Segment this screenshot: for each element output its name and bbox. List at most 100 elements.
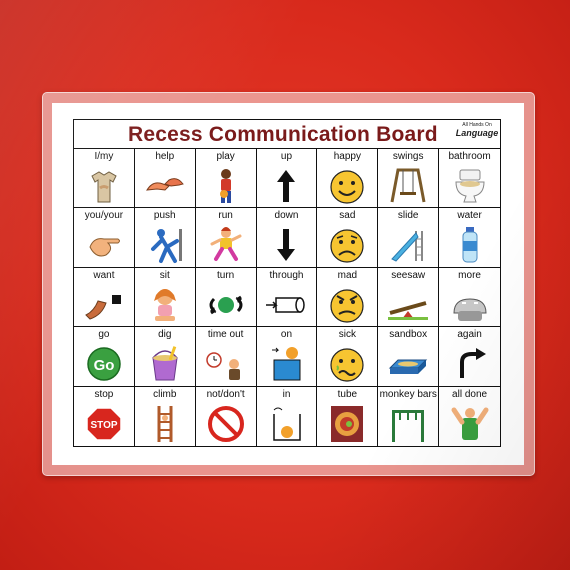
toilet-icon xyxy=(448,166,492,206)
monkey-bars-icon xyxy=(386,404,430,444)
symbol-cell: time out xyxy=(195,327,257,387)
symbol-cell: up xyxy=(256,149,318,209)
symbol-label: up xyxy=(280,151,293,162)
symbol-cell: all done xyxy=(439,387,500,446)
symbol-cell: bathroom xyxy=(439,149,500,209)
symbol-cell: play xyxy=(195,149,257,209)
sad-face-icon xyxy=(325,225,369,265)
symbol-cell: happy xyxy=(317,149,379,209)
stop-sign-icon: STOP xyxy=(82,404,126,444)
symbol-label: run xyxy=(218,210,233,222)
child-with-ball-icon xyxy=(204,166,248,206)
symbol-label: slide xyxy=(397,210,419,222)
symbol-label: you/your xyxy=(84,210,124,222)
go-sign-icon: Go xyxy=(82,344,126,384)
symbol-cell: slide xyxy=(378,208,440,268)
symbol-label: happy xyxy=(333,151,361,162)
symbol-cell: more xyxy=(439,268,500,328)
symbol-label: on xyxy=(280,329,293,341)
symbol-cell: mad xyxy=(317,267,379,328)
brand-logo: All Hands On Language xyxy=(454,123,500,147)
happy-face-icon xyxy=(325,166,369,206)
timeout-clock-child-icon xyxy=(204,344,248,384)
ball-on-box-icon xyxy=(264,344,308,384)
symbol-label: sandbox xyxy=(389,329,428,341)
symbol-label: sad xyxy=(339,210,356,222)
symbol-cell: dig xyxy=(134,327,196,387)
symbol-cell: down xyxy=(256,208,318,268)
symbol-cell: stop STOP xyxy=(74,386,135,446)
symbol-cell: go Go xyxy=(74,327,135,387)
symbol-cell: push xyxy=(134,208,196,268)
symbol-cell: climb xyxy=(135,386,196,446)
climbing-ladder-icon xyxy=(143,404,187,444)
symbol-label: down xyxy=(274,210,299,222)
symbol-cell: through xyxy=(256,267,318,328)
symbol-label: monkey bars xyxy=(379,388,437,400)
playground-slide-icon xyxy=(386,225,430,265)
symbol-cell: swings xyxy=(378,149,440,209)
reaching-arm-icon xyxy=(82,285,126,325)
symbol-label: turn xyxy=(217,269,235,281)
symbol-label: dig xyxy=(158,329,172,341)
tube-icon xyxy=(325,404,369,444)
symbol-label: mad xyxy=(337,269,358,281)
board-title: Recess Communication Board xyxy=(128,123,438,146)
symbol-label: swings xyxy=(392,151,424,162)
ball-in-box-icon xyxy=(264,404,308,444)
symbol-label: stop xyxy=(94,388,114,400)
logo-line-2: Language xyxy=(455,128,499,138)
symbol-label: play xyxy=(216,151,235,162)
symbol-label: not/don't xyxy=(206,388,245,400)
symbol-label: tube xyxy=(337,388,358,400)
symbol-label: want xyxy=(93,269,115,281)
tunnel-icon xyxy=(264,285,308,325)
pushing-person-icon xyxy=(143,225,187,265)
symbol-cell: sit xyxy=(134,267,196,328)
again-arrow-icon xyxy=(448,344,492,384)
title-row: Recess Communication Board All Hands On … xyxy=(74,120,500,149)
symbol-label: I/my xyxy=(94,151,114,162)
svg-text:Go: Go xyxy=(94,357,115,374)
symbol-cell: sick xyxy=(317,327,379,387)
symbol-cell: seesaw xyxy=(378,267,440,328)
symbol-cell: sad xyxy=(317,208,379,268)
symbol-cell: again xyxy=(439,327,500,387)
swing-set-icon xyxy=(386,166,430,206)
symbol-cell: in xyxy=(257,386,318,446)
symbol-grid: I/my help play up happy swings bathroom you/you… xyxy=(74,149,500,446)
svg-text:STOP: STOP xyxy=(90,420,117,431)
symbol-cell: sandbox xyxy=(378,327,440,387)
more-hands-icon xyxy=(448,285,492,325)
symbol-cell: run xyxy=(195,208,257,268)
sick-face-icon xyxy=(325,344,369,384)
turn-arrows-icon xyxy=(204,285,248,325)
symbol-label: again xyxy=(457,329,482,341)
no-symbol-icon xyxy=(204,404,248,444)
mad-face-icon xyxy=(325,285,369,325)
seesaw-icon xyxy=(386,285,430,325)
symbol-label: through xyxy=(269,269,304,281)
symbol-label: water xyxy=(457,210,482,222)
shirt-pointing-self-icon xyxy=(82,166,126,206)
sitting-girl-icon xyxy=(143,285,187,325)
symbol-cell: tube xyxy=(317,386,379,446)
symbol-label: all done xyxy=(452,388,488,400)
symbol-label: in xyxy=(282,388,291,400)
pointing-hand-icon xyxy=(82,225,126,265)
symbol-cell: you/your xyxy=(74,208,135,268)
helping-hands-icon xyxy=(143,166,187,206)
running-child-icon xyxy=(204,225,248,265)
board-frame: Recess Communication Board All Hands On … xyxy=(73,119,501,447)
arrow-down-icon xyxy=(264,225,308,265)
symbol-label: seesaw xyxy=(391,269,426,281)
symbol-cell: monkey bars xyxy=(378,386,440,446)
arrow-up-icon xyxy=(264,166,308,206)
symbol-cell: help xyxy=(134,149,196,209)
symbol-label: sit xyxy=(159,269,170,281)
symbol-label: bathroom xyxy=(448,151,491,162)
symbol-cell: water xyxy=(439,208,500,268)
water-bottle-icon xyxy=(448,225,492,265)
symbol-cell: on xyxy=(256,327,318,387)
symbol-label: time out xyxy=(207,329,244,341)
